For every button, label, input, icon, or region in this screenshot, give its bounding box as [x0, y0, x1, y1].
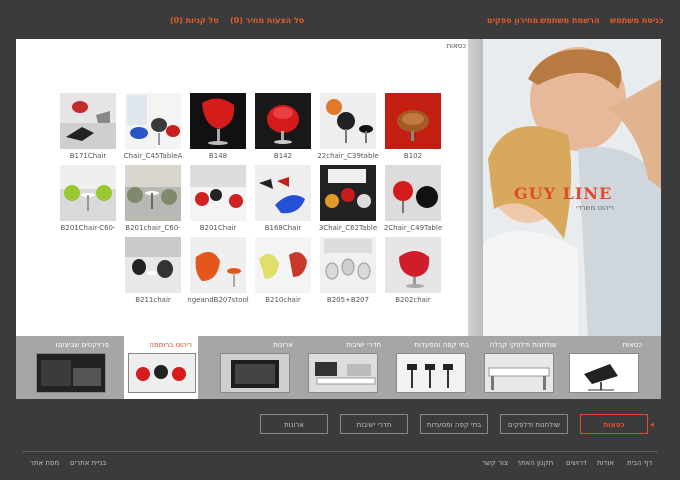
brand-logo: GUY LINE — [514, 184, 613, 203]
footer-link-contact[interactable]: צור קשר — [482, 459, 508, 467]
footer-link-site-building[interactable]: בניית אתרים — [70, 459, 106, 467]
category-meeting-rooms[interactable]: חדרי ישיבות — [302, 336, 387, 399]
category-label: שולחנות ודלפקי קבלה — [489, 341, 557, 349]
category-label: בתי קפה ומסעדות — [414, 341, 470, 349]
category-label: ארונות — [273, 341, 293, 349]
category-image — [220, 353, 290, 393]
login-link[interactable]: כניסת משתמש — [610, 16, 663, 25]
footer-link-terms[interactable]: תקנון האתר — [517, 459, 553, 467]
product-thumb-b201-c60b[interactable] — [125, 165, 181, 221]
product-thumb-b210chair[interactable] — [255, 237, 311, 293]
category-projects[interactable]: פרויקטים שביצענו — [30, 336, 115, 399]
product-thumb-b102[interactable] — [385, 93, 441, 149]
category-image — [36, 353, 106, 393]
product-thumb-c62[interactable] — [320, 165, 376, 221]
category-label: ריהוט ברוממה — [149, 341, 192, 349]
register-link[interactable]: הרשמת משתמש — [540, 16, 600, 25]
banner-gutter — [468, 39, 483, 336]
product-thumb-b201chair[interactable] — [190, 165, 246, 221]
product-label[interactable]: B102 — [375, 152, 451, 160]
button-tables[interactable]: שולחנות ודלפקים — [500, 414, 568, 434]
category-image — [396, 353, 466, 393]
shopping-cart-link[interactable]: סל קניות (0) — [170, 16, 219, 25]
page-title: כסאות — [446, 42, 466, 50]
category-label: חדרי ישיבות — [346, 341, 381, 349]
product-thumb-c39[interactable] — [320, 93, 376, 149]
button-cafes[interactable]: בתי קפה ומסעדות — [420, 414, 488, 434]
footer-link-jobs[interactable]: דרושים — [566, 459, 587, 467]
button-chairs[interactable]: כסאות — [580, 414, 648, 434]
footer-link-home[interactable]: דף הבית — [627, 459, 652, 467]
product-thumb-b201-c60[interactable] — [60, 165, 116, 221]
footer-link-about[interactable]: אודות — [597, 459, 614, 467]
footer-link-sitemap[interactable]: מפת אתר — [30, 459, 59, 467]
product-thumb-b207stool[interactable] — [190, 237, 246, 293]
product-thumb-b205-b207[interactable] — [320, 237, 376, 293]
product-thumb-b148[interactable] — [190, 93, 246, 149]
category-image — [128, 353, 196, 393]
category-image — [484, 353, 554, 393]
category-label: פרויקטים שביצענו — [55, 341, 109, 349]
category-image — [308, 353, 378, 393]
top-nav: כניסת משתמש הרשמת משתמש מחירון ספקים סל … — [0, 16, 680, 30]
category-cafes[interactable]: בתי קפה ומסעדות — [390, 336, 475, 399]
brand-tagline: ריהוט משרדי — [576, 204, 614, 212]
button-cabinets[interactable]: ארונות — [260, 414, 328, 434]
product-thumb-b202chair[interactable] — [385, 237, 441, 293]
category-image — [569, 353, 639, 393]
product-label[interactable]: B202chair — [375, 296, 451, 304]
button-meeting-rooms[interactable]: חדרי ישיבות — [340, 414, 408, 434]
arrow-left-icon: ◂ — [650, 420, 655, 429]
quotes-cart-link[interactable]: סל הצעות מחיר (0) — [230, 16, 304, 25]
product-thumb-b211chair[interactable] — [125, 237, 181, 293]
product-thumb-b142[interactable] — [255, 93, 311, 149]
category-romema[interactable]: ריהוט ברוממה — [124, 336, 198, 399]
catalog-link[interactable]: מחירון ספקים — [487, 16, 538, 25]
product-thumb-c49[interactable] — [385, 165, 441, 221]
product-thumb-b168chair[interactable] — [255, 165, 311, 221]
category-cabinets[interactable]: ארונות — [214, 336, 299, 399]
footer-divider — [22, 451, 658, 452]
category-tables[interactable]: שולחנות ודלפקי קבלה — [478, 336, 563, 399]
product-thumb-c45[interactable] — [125, 93, 181, 149]
product-label[interactable]: 2Chair_C49Table — [375, 224, 451, 232]
product-thumb-b171chair[interactable] — [60, 93, 116, 149]
category-label: כסאות — [622, 341, 642, 349]
category-chairs[interactable]: כסאות — [563, 336, 648, 399]
